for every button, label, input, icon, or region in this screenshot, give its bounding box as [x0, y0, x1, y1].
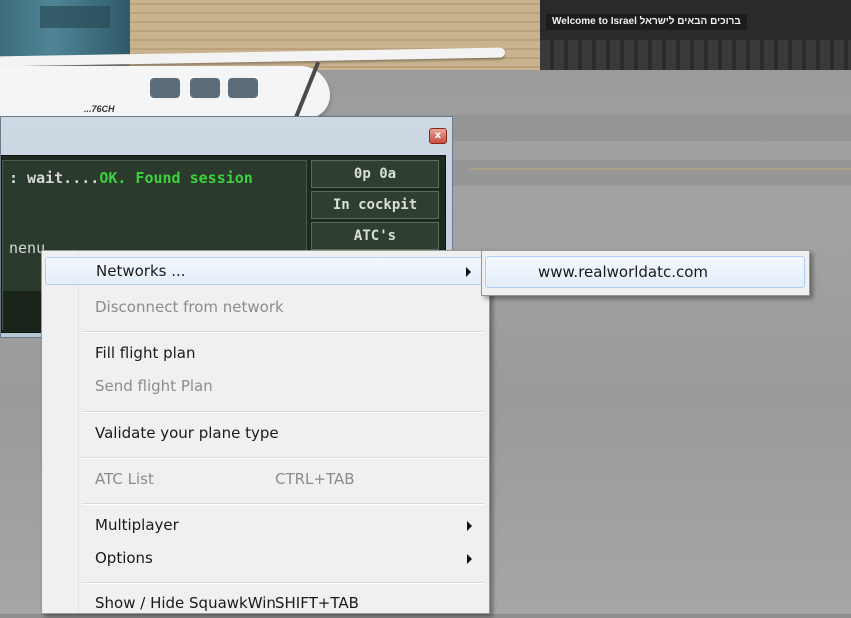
- console-ok-text: OK. Found session: [99, 169, 253, 187]
- context-menu: Networks ... Disconnect from network Fil…: [41, 250, 490, 614]
- console-menu-line: nenu: [9, 239, 46, 257]
- console-prefix: : wait....: [9, 169, 100, 187]
- submenu-item-realworldatc[interactable]: www.realworldatc.com: [485, 256, 805, 288]
- shortcut-atc-list: CTRL+TAB: [275, 470, 355, 488]
- menu-item-send-flight-plan[interactable]: Send flight Plan: [45, 373, 486, 401]
- close-button[interactable]: x: [429, 128, 447, 144]
- menu-separator: [82, 457, 485, 459]
- shortcut-squawkwin: SHIFT+TAB: [275, 594, 359, 612]
- status-players[interactable]: 0p 0a: [311, 160, 439, 188]
- submenu-arrow-icon: [466, 267, 471, 277]
- menu-item-options[interactable]: Options: [45, 545, 486, 573]
- menu-item-multiplayer[interactable]: Multiplayer: [45, 512, 486, 540]
- menu-separator: [82, 331, 485, 333]
- menu-item-disconnect[interactable]: Disconnect from network: [45, 294, 486, 322]
- menu-item-validate-plane[interactable]: Validate your plane type: [45, 420, 486, 448]
- menu-separator: [82, 503, 485, 505]
- menu-separator: [82, 582, 485, 584]
- airplane-registration: ...76CH: [84, 104, 115, 114]
- status-atcs[interactable]: ATC's: [311, 222, 439, 250]
- menu-item-networks[interactable]: Networks ...: [45, 257, 486, 285]
- terminal-building-left: [0, 0, 130, 58]
- submenu-arrow-icon: [467, 521, 472, 531]
- status-column: 0p 0a In cockpit ATC's: [311, 160, 439, 253]
- menu-separator: [82, 411, 485, 413]
- console-status-line: : wait....OK. Found session: [9, 169, 253, 187]
- menu-item-atc-list[interactable]: ATC List CTRL+TAB: [45, 466, 486, 494]
- terminal-building-mid: [130, 0, 540, 75]
- networks-submenu: www.realworldatc.com: [481, 250, 810, 296]
- status-cockpit[interactable]: In cockpit: [311, 191, 439, 219]
- submenu-arrow-icon: [467, 554, 472, 564]
- welcome-sign: Welcome to Israel ברוכים הבאים לישראל: [546, 14, 747, 30]
- menu-item-fill-flight-plan[interactable]: Fill flight plan: [45, 340, 486, 368]
